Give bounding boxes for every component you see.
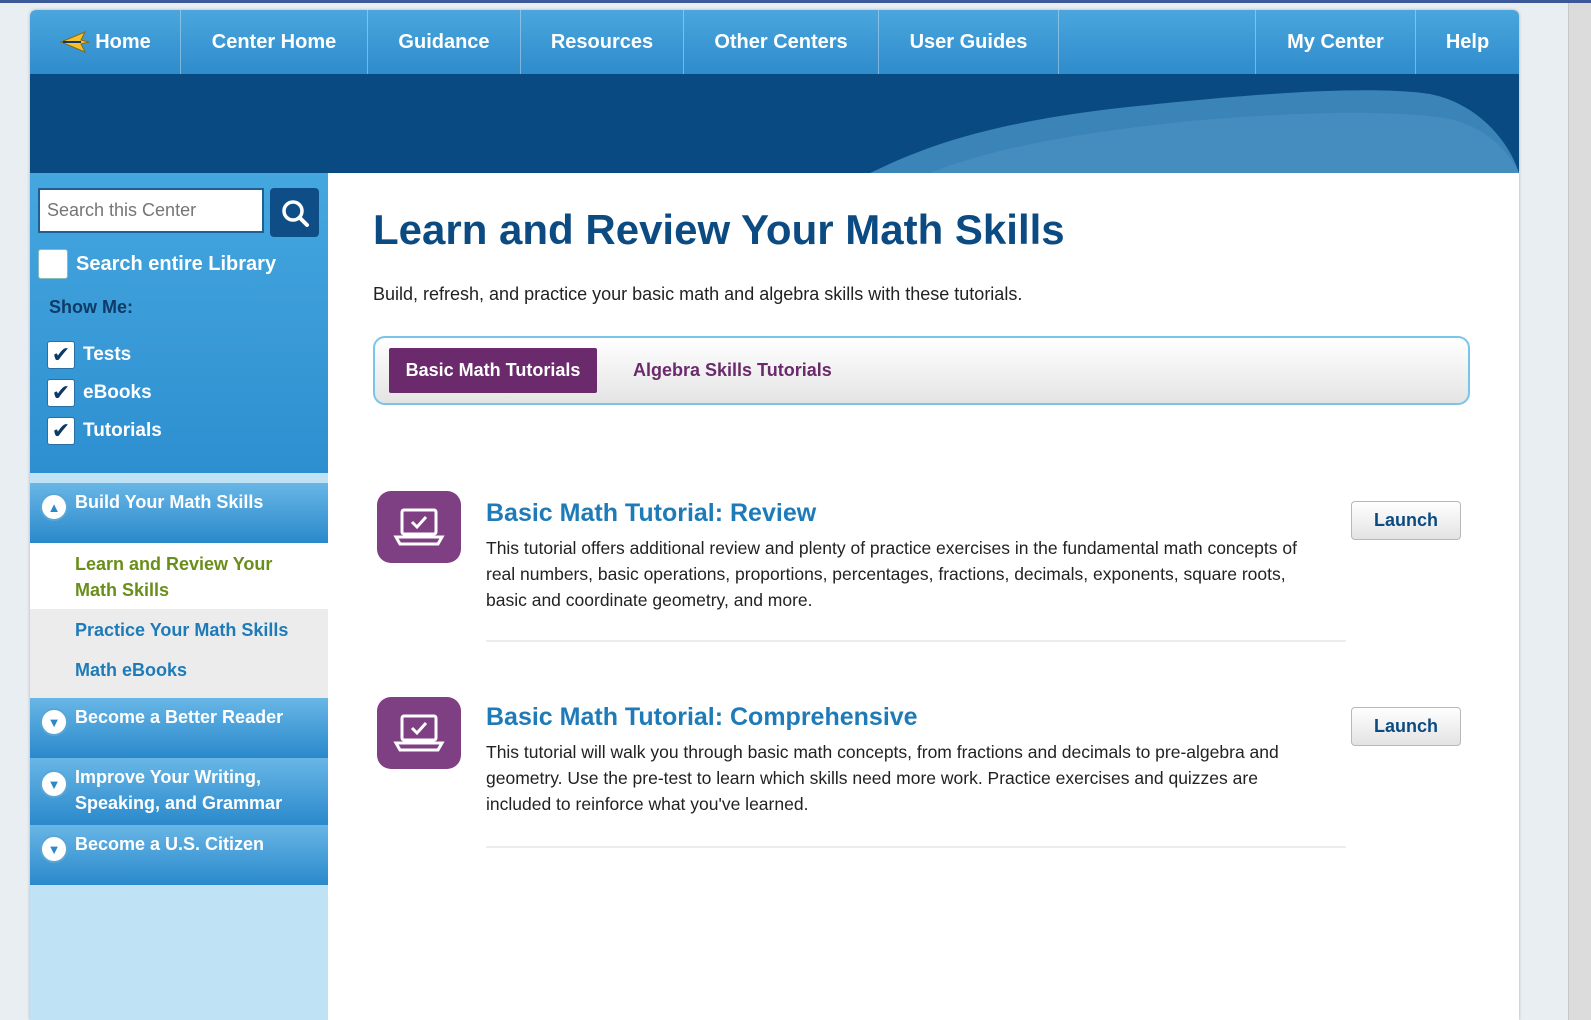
tutorial-description-comprehensive: This tutorial will walk you through basi… <box>486 742 1279 814</box>
chevron-down-icon: ▼ <box>40 770 68 798</box>
category-build-math-skills[interactable]: ▲ Build Your Math Skills <box>30 483 328 543</box>
laptop-icon <box>377 697 461 769</box>
filter-tests-checkbox[interactable]: ✔ <box>47 341 75 369</box>
category-label: Become a U.S. Citizen <box>75 834 265 854</box>
tab-basic-math[interactable]: Basic Math Tutorials <box>389 348 597 393</box>
divider <box>486 846 1346 848</box>
launch-button-review[interactable]: Launch <box>1351 501 1461 540</box>
page-title: Learn and Review Your Math Skills <box>373 206 1065 253</box>
category-us-citizen[interactable]: ▼ Become a U.S. Citizen <box>30 825 328 885</box>
category-better-reader[interactable]: ▼ Become a Better Reader <box>30 698 328 758</box>
tutorial-title-review[interactable]: Basic Math Tutorial: Review <box>486 499 816 528</box>
subitem-label: Practice Your Math Skills <box>75 620 289 640</box>
page-description: Build, refresh, and practice your basic … <box>373 284 1023 304</box>
banner-swoosh <box>870 90 1519 173</box>
sidebar: Search entire Library Show Me: ✔ Tests ✔… <box>30 173 328 1020</box>
subitem-practice[interactable]: Practice Your Math Skills <box>30 609 328 649</box>
subitem-math-ebooks[interactable]: Math eBooks <box>30 649 328 698</box>
page-frame: Home Center Home Guidance Resources Othe… <box>30 10 1519 1020</box>
nav-user-guides[interactable]: User Guides <box>879 10 1059 74</box>
filter-tutorials-checkbox[interactable]: ✔ <box>47 417 75 445</box>
sidebar-search-panel: Search entire Library Show Me: ✔ Tests ✔… <box>30 173 328 473</box>
search-library-checkbox[interactable] <box>38 249 68 279</box>
nav-spacer <box>1059 10 1256 74</box>
filter-ebooks-checkbox[interactable]: ✔ <box>47 379 75 407</box>
tab-algebra-skills[interactable]: Algebra Skills Tutorials <box>633 348 832 393</box>
search-icon <box>281 199 309 227</box>
nav-other-centers[interactable]: Other Centers <box>684 10 879 74</box>
laptop-icon <box>377 491 461 563</box>
filter-ebooks[interactable]: ✔ eBooks <box>47 379 152 407</box>
chevron-down-icon: ▼ <box>40 708 68 736</box>
nav-my-center[interactable]: My Center <box>1256 10 1416 74</box>
nav-center-home[interactable]: Center Home <box>181 10 368 74</box>
top-nav: Home Center Home Guidance Resources Othe… <box>30 10 1519 74</box>
category-label: Become a Better Reader <box>75 707 284 727</box>
window-scrollbar[interactable] <box>1568 3 1591 1020</box>
divider <box>486 640 1346 642</box>
search-library-label: Search entire Library <box>76 253 277 275</box>
nav-home[interactable]: Home <box>30 10 181 74</box>
chevron-down-icon: ▼ <box>40 835 68 863</box>
subitem-label: Learn and Review Your Math Skills <box>75 554 273 600</box>
search-input[interactable] <box>38 188 264 233</box>
filter-ebooks-label: eBooks <box>83 382 152 403</box>
subitem-learn-review[interactable]: Learn and Review Your Math Skills <box>30 543 328 609</box>
launch-button-comprehensive[interactable]: Launch <box>1351 707 1461 746</box>
nav-resources[interactable]: Resources <box>521 10 684 74</box>
filter-tests[interactable]: ✔ Tests <box>47 341 131 369</box>
filter-tests-label: Tests <box>83 344 132 365</box>
category-writing-grammar[interactable]: ▼ Improve Your Writing, Speaking, and Gr… <box>30 758 328 825</box>
home-icon <box>59 31 90 53</box>
category-label: Build Your Math Skills <box>75 492 264 512</box>
tutorial-title-comprehensive[interactable]: Basic Math Tutorial: Comprehensive <box>486 703 918 732</box>
filter-tutorials[interactable]: ✔ Tutorials <box>47 417 162 445</box>
nav-home-label: Home <box>95 30 151 53</box>
tutorial-description-review: This tutorial offers additional review a… <box>486 538 1297 610</box>
subitem-label: Math eBooks <box>75 660 188 680</box>
show-me-label: Show Me: <box>49 297 133 317</box>
search-button[interactable] <box>270 188 319 237</box>
filter-tutorials-label: Tutorials <box>83 420 162 441</box>
nav-guidance[interactable]: Guidance <box>368 10 521 74</box>
nav-help[interactable]: Help <box>1416 10 1519 74</box>
chevron-up-icon: ▲ <box>40 493 68 521</box>
tab-bar: Basic Math Tutorials Algebra Skills Tuto… <box>373 336 1470 405</box>
top-edge-line <box>0 0 1591 3</box>
category-label: Improve Your Writing, Speaking, and Gram… <box>75 767 283 813</box>
header-banner <box>30 74 1519 173</box>
